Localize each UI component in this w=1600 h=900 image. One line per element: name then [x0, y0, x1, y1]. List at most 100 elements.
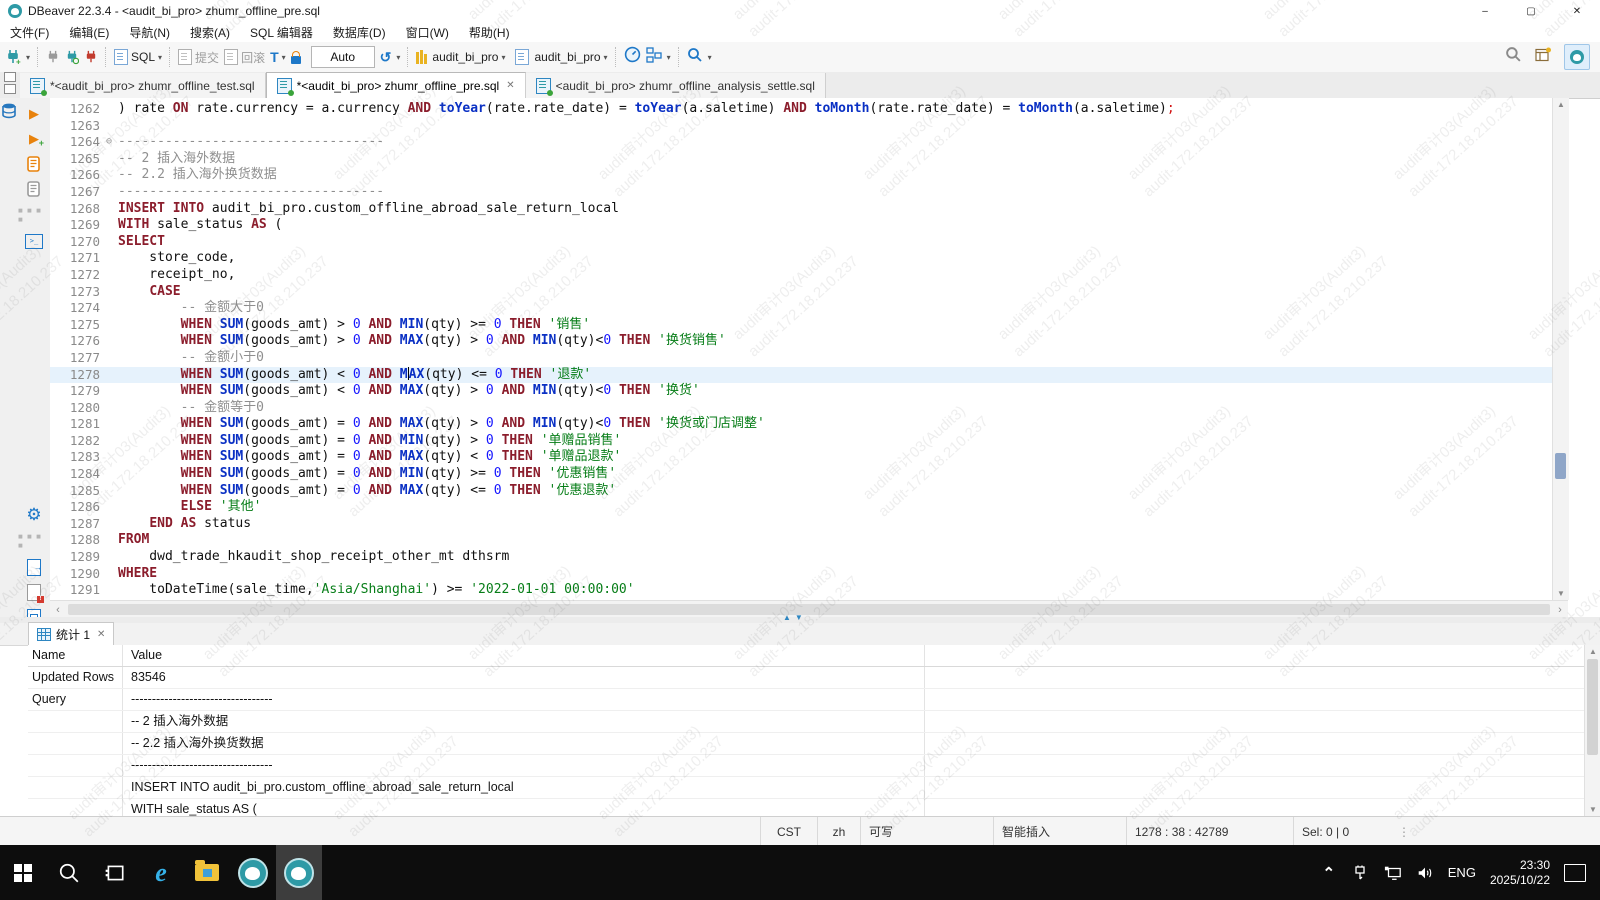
execute-statement-button[interactable]: ▶ [25, 106, 43, 122]
dbeaver-perspective-button[interactable] [1564, 44, 1590, 70]
export-plan-button[interactable] [646, 47, 662, 68]
stats-tab[interactable]: 统计 1 ✕ [28, 622, 114, 645]
history-dropdown-icon[interactable]: ▾ [396, 53, 400, 62]
code-line-1288[interactable]: 1288FROM [50, 532, 1552, 549]
menu-item[interactable]: SQL 编辑器 [240, 24, 323, 41]
editor-tab[interactable]: *<audit_bi_pro> zhumr_offline_test.sql [20, 73, 266, 98]
code-line-1286[interactable]: 1286 ELSE '其他' [50, 499, 1552, 516]
editor-horizontal-scrollbar[interactable]: ‹ › [50, 600, 1568, 618]
search-button[interactable] [687, 47, 703, 68]
internet-explorer-button[interactable]: e [138, 845, 184, 900]
scroll-right-icon[interactable]: › [1552, 604, 1568, 616]
stat-row[interactable]: ---------------------------------- [28, 755, 1584, 777]
code-line-1266[interactable]: 1266-- 2.2 插入海外换货数据 [50, 167, 1552, 184]
menu-item[interactable]: 数据库(D) [323, 24, 396, 41]
plan-dropdown-icon[interactable]: ▾ [667, 53, 671, 62]
open-perspective-button[interactable] [1534, 46, 1552, 68]
code-line-1279[interactable]: 1279 WHEN SUM(goods_amt) < 0 AND MAX(qty… [50, 383, 1552, 400]
status-language[interactable]: zh [817, 817, 860, 846]
quick-search-button[interactable] [1505, 46, 1522, 68]
scroll-down-icon[interactable]: ▼ [1553, 589, 1569, 598]
menu-item[interactable]: 编辑(E) [59, 24, 119, 41]
close-tab-icon[interactable]: ✕ [97, 629, 105, 640]
splitter-restore-icon[interactable]: ▼ [795, 613, 803, 622]
code-line-1272[interactable]: 1272 receipt_no, [50, 267, 1552, 284]
code-line-1287[interactable]: 1287 END AS status [50, 516, 1552, 533]
sql-code-editor[interactable]: 1262) rate ON rate.currency = a.currency… [50, 98, 1552, 600]
dashboard-button[interactable] [624, 46, 641, 68]
scrollbar-thumb[interactable] [1555, 453, 1566, 479]
sql-editor-button[interactable]: SQL ▾ [114, 49, 162, 65]
open-console-button[interactable]: >_ [25, 233, 43, 249]
sql-dropdown-icon[interactable]: ▾ [158, 53, 162, 62]
results-vertical-scrollbar[interactable]: ▲ ▼ [1584, 645, 1600, 816]
taskbar-search-button[interactable] [46, 845, 92, 900]
connect-button[interactable] [46, 49, 60, 65]
minimize-panel-icon[interactable] [4, 84, 16, 94]
code-line-1264[interactable]: 1264⊖---------------------------------- [50, 134, 1552, 151]
code-line-1276[interactable]: 1276 WHEN SUM(goods_amt) > 0 AND MAX(qty… [50, 333, 1552, 350]
status-timezone[interactable]: CST [760, 817, 817, 846]
dbeaver-taskbar-button-active[interactable] [276, 845, 322, 900]
menu-item[interactable]: 导航(N) [119, 24, 180, 41]
scroll-left-icon[interactable]: ‹ [50, 604, 66, 616]
new-connection-dropdown-icon[interactable]: ▾ [26, 53, 30, 62]
stat-row[interactable]: Query---------------------------------- [28, 689, 1584, 711]
code-line-1281[interactable]: 1281 WHEN SUM(goods_amt) = 0 AND MAX(qty… [50, 416, 1552, 433]
status-insert-mode[interactable]: 智能插入 [993, 817, 1126, 846]
code-line-1270[interactable]: 1270SELECT [50, 234, 1552, 251]
schema-dropdown-icon[interactable]: ▾ [604, 53, 608, 62]
code-line-1263[interactable]: 1263 [50, 118, 1552, 135]
tray-usb-icon[interactable] [1352, 864, 1370, 882]
menu-item[interactable]: 窗口(W) [396, 24, 459, 41]
stat-row[interactable]: -- 2 插入海外数据 [28, 711, 1584, 733]
scroll-down-icon[interactable]: ▼ [1585, 805, 1600, 814]
code-line-1271[interactable]: 1271 store_code, [50, 250, 1552, 267]
tray-language[interactable]: ENG [1448, 865, 1476, 880]
status-writable[interactable]: 可写 [860, 817, 993, 846]
column-header-name[interactable]: Name [28, 645, 123, 666]
connection-dropdown-icon[interactable]: ▾ [501, 53, 505, 62]
problems-button[interactable]: ! [25, 584, 43, 600]
menu-item[interactable]: 搜索(A) [180, 24, 240, 41]
scrollbar-thumb[interactable] [1587, 659, 1598, 755]
transaction-mode-button[interactable]: T ▾ [270, 49, 286, 65]
code-line-1273[interactable]: 1273 CASE [50, 284, 1552, 301]
new-connection-button[interactable]: + [5, 49, 21, 65]
tray-volume-icon[interactable] [1416, 864, 1434, 882]
execute-new-tab-button[interactable]: ▶+ [25, 131, 43, 147]
minimize-button[interactable]: – [1462, 0, 1508, 22]
code-line-1291[interactable]: 1291 toDateTime(sale_time,'Asia/Shanghai… [50, 582, 1552, 599]
editor-tab[interactable]: <audit_bi_pro> zhumr_offline_analysis_se… [526, 73, 826, 98]
code-line-1265[interactable]: 1265-- 2 插入海外数据 [50, 151, 1552, 168]
code-line-1274[interactable]: 1274 -- 金额大于0 [50, 300, 1552, 317]
code-line-1269[interactable]: 1269WITH sale_status AS ( [50, 217, 1552, 234]
code-line-1262[interactable]: 1262) rate ON rate.currency = a.currency… [50, 101, 1552, 118]
code-line-1280[interactable]: 1280 -- 金额等于0 [50, 400, 1552, 417]
execute-script-button[interactable] [25, 156, 43, 172]
stat-row[interactable]: Updated Rows83546 [28, 667, 1584, 689]
code-line-1268[interactable]: 1268INSERT INTO audit_bi_pro.custom_offl… [50, 201, 1552, 218]
code-line-1275[interactable]: 1275 WHEN SUM(goods_amt) > 0 AND MIN(qty… [50, 317, 1552, 334]
stat-row[interactable]: INSERT INTO audit_bi_pro.custom_offline_… [28, 777, 1584, 799]
reconnect-button[interactable] [65, 49, 79, 65]
transaction-dropdown-icon[interactable]: ▾ [282, 53, 286, 62]
editor-settings-button[interactable]: ⚙ [25, 507, 43, 523]
splitter-maximize-icon[interactable]: ▲ [783, 613, 791, 622]
scrollbar-thumb[interactable] [68, 604, 1550, 615]
column-header-value[interactable]: Value [123, 645, 925, 666]
code-line-1278[interactable]: 1278 WHEN SUM(goods_amt) < 0 AND MAX(qty… [50, 367, 1552, 384]
restore-panel-icon[interactable] [4, 72, 16, 82]
fold-minus-icon[interactable]: ⊖ [100, 134, 118, 151]
maximize-button[interactable]: ▢ [1508, 0, 1554, 22]
tray-network-icon[interactable] [1384, 864, 1402, 882]
code-line-1267[interactable]: 1267---------------------------------- [50, 184, 1552, 201]
history-icon[interactable]: ↺ [380, 50, 392, 64]
explain-plan-button[interactable] [25, 181, 43, 197]
dbeaver-taskbar-button[interactable] [230, 845, 276, 900]
task-view-button[interactable] [92, 845, 138, 900]
start-button[interactable] [0, 845, 46, 900]
connection-selector[interactable]: audit_bi_pro ▾ [432, 50, 505, 64]
search-dropdown-icon[interactable]: ▾ [708, 53, 712, 62]
rollback-button[interactable]: 回滚 [224, 49, 265, 66]
